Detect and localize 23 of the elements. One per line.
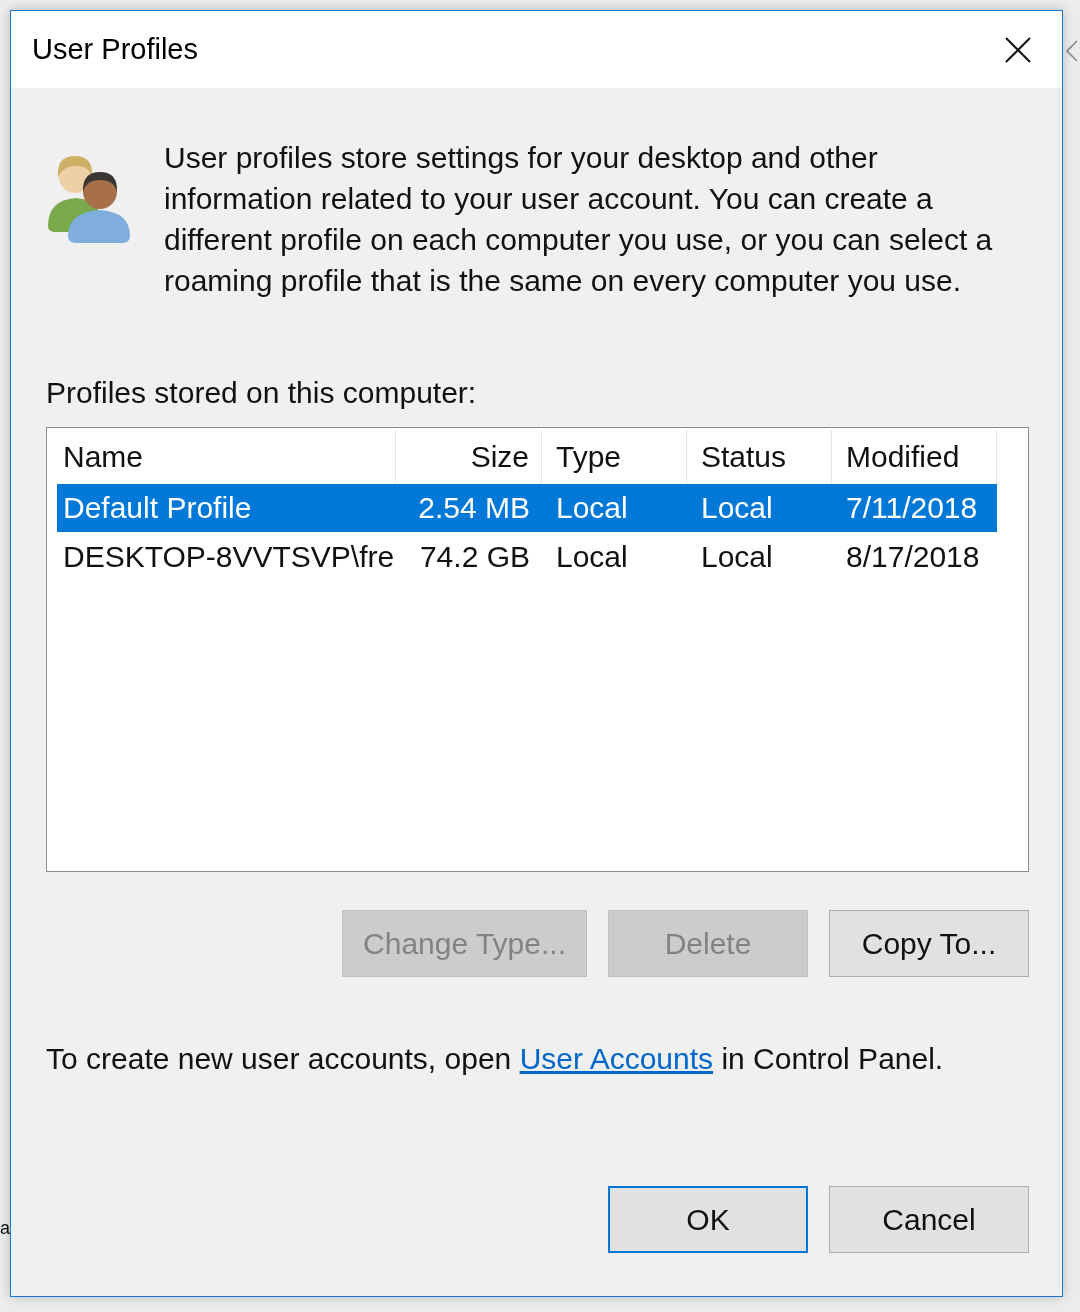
table-cell-text: Default Profile [62, 490, 253, 526]
table-cell-text: 7/11/2018 [845, 490, 979, 526]
description-text: User profiles store settings for your desktop and other information related to your user account. You can create a different profile on each computer you use, or you can select a roaming profile that is the same on every computer you use. [164, 140, 994, 299]
footer-text: To create new user accounts, open User Accounts in Control Panel. [46, 1041, 945, 1077]
background-window-text: a [0, 1217, 10, 1240]
dialog-button[interactable]: OK [608, 1186, 808, 1253]
table-cell-text: DESKTOP-8VVTSVP\fre [62, 539, 396, 575]
table-cell-text: Local [700, 539, 774, 575]
dialog-button[interactable]: Cancel [829, 1186, 1029, 1253]
table-cell-text: 2.54 MB [417, 490, 531, 526]
profiles-label: Profiles stored on this computer: [46, 375, 478, 411]
table-cell-text: 74.2 GB [418, 539, 531, 575]
window-title: User Profiles [32, 33, 198, 66]
action-button[interactable]: Copy To... [829, 910, 1029, 977]
close-icon [1005, 36, 1031, 63]
table-row[interactable]: DESKTOP-8VVTSVP\fre 74.2 GB Local Local 8/17/2018 [57, 533, 997, 582]
table-cell-text: Local [555, 539, 629, 575]
chevron-left-icon [1066, 40, 1078, 62]
table-cell-text: Local [555, 490, 629, 526]
user-accounts-link[interactable]: User Accounts [519, 1042, 714, 1075]
table-row[interactable]: Default Profile 2.54 MB Local Local 7/11/2018 [57, 484, 997, 533]
table-cell-text: Local [700, 490, 774, 526]
table-cell-text: 8/17/2018 [845, 539, 981, 575]
